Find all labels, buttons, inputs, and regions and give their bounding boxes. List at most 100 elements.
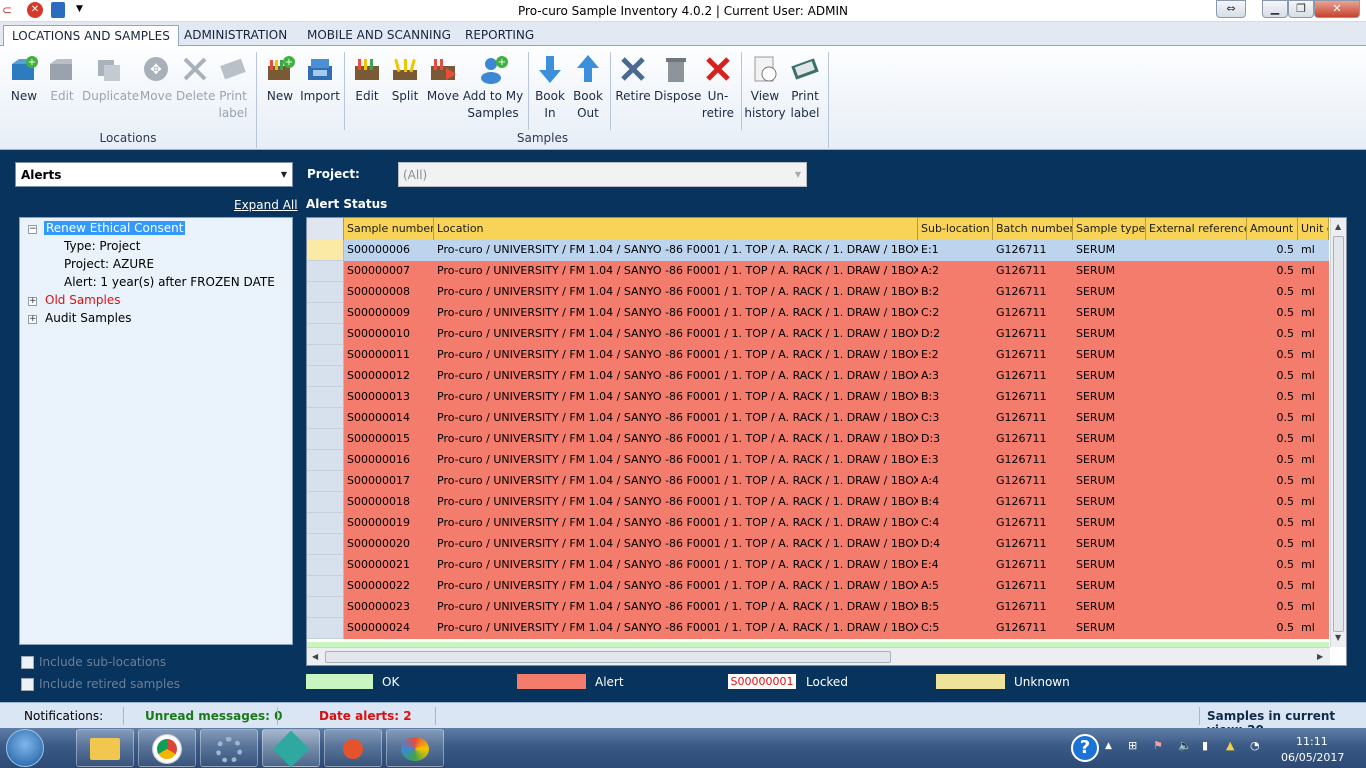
row-selector[interactable] [307, 261, 344, 282]
close-button[interactable]: ✕ [1314, 0, 1360, 18]
row-selector[interactable] [307, 576, 344, 597]
row-selector[interactable] [307, 471, 344, 492]
table-row[interactable]: S00000009 Pro-curo / UNIVERSITY / FM 1.04… [307, 303, 1329, 324]
table-row[interactable]: S00000015 Pro-curo / UNIVERSITY / FM 1.04… [307, 429, 1329, 450]
tree-item-type[interactable]: Type: Project [64, 239, 140, 253]
taskbar-procuro-icon[interactable] [262, 729, 320, 768]
select-all-corner[interactable] [307, 218, 344, 240]
row-selector[interactable] [307, 303, 344, 324]
column-header-unit[interactable]: Unit of [1298, 218, 1329, 240]
minimize-button[interactable]: ▁ [1262, 0, 1288, 18]
tree-item-renew-ethical-consent[interactable]: Renew Ethical Consent [44, 221, 186, 235]
date-alerts[interactable]: Date alerts: 2 [319, 709, 412, 723]
row-selector[interactable] [307, 366, 344, 387]
table-row[interactable]: S00000013 Pro-curo / UNIVERSITY / FM 1.04… [307, 387, 1329, 408]
taskbar-app-icon[interactable] [324, 729, 382, 767]
collapse-toggle-icon[interactable]: − [28, 225, 37, 234]
maximize-button[interactable]: ❐ [1288, 0, 1314, 18]
scroll-right-icon[interactable]: ▶ [1317, 652, 1323, 661]
row-selector[interactable] [307, 450, 344, 471]
table-row[interactable]: S00000024 Pro-curo / UNIVERSITY / FM 1.04… [307, 618, 1329, 639]
sample-import-button[interactable]: Import [300, 54, 340, 105]
signal-tray-icon[interactable]: ▮ [1202, 739, 1208, 752]
sample-print-label-button[interactable]: Print label [788, 54, 822, 122]
view-history-button[interactable]: View history [744, 54, 786, 122]
table-row[interactable]: S00000007 Pro-curo / UNIVERSITY / FM 1.04… [307, 261, 1329, 282]
tree-item-old-samples[interactable]: Old Samples [45, 293, 120, 307]
column-header-location[interactable]: Location [434, 218, 918, 240]
row-selector[interactable] [307, 387, 344, 408]
location-delete-button[interactable]: Delete [176, 54, 215, 105]
horizontal-scroll-thumb[interactable] [325, 651, 891, 663]
scroll-up-icon[interactable]: ▲ [1335, 222, 1341, 231]
clock-time[interactable]: 11:11 [1296, 735, 1328, 748]
book-out-button[interactable]: Book Out [571, 54, 605, 122]
taskbar-chrome-icon[interactable] [138, 729, 196, 767]
taskbar-explorer-icon[interactable] [76, 729, 134, 767]
row-selector[interactable] [307, 282, 344, 303]
table-row[interactable]: S00000010 Pro-curo / UNIVERSITY / FM 1.04… [307, 324, 1329, 345]
table-row[interactable]: S00000012 Pro-curo / UNIVERSITY / FM 1.04… [307, 366, 1329, 387]
row-selector[interactable] [307, 534, 344, 555]
tree-item-alert-rule[interactable]: Alert: 1 year(s) after FROZEN DATE [64, 275, 275, 289]
tree-item-audit-samples[interactable]: Audit Samples [45, 311, 132, 325]
scroll-left-icon[interactable]: ◀ [312, 652, 318, 661]
table-row[interactable]: S00000022 Pro-curo / UNIVERSITY / FM 1.04… [307, 576, 1329, 597]
include-sub-locations-checkbox[interactable] [21, 656, 34, 669]
table-row[interactable]: S00000016 Pro-curo / UNIVERSITY / FM 1.04… [307, 450, 1329, 471]
location-move-button[interactable]: ✥ Move [139, 54, 173, 105]
row-selector[interactable] [307, 513, 344, 534]
scroll-down-icon[interactable]: ▼ [1335, 633, 1341, 642]
tab-administration[interactable]: ADMINISTRATION [176, 25, 295, 46]
table-row[interactable]: S00000018 Pro-curo / UNIVERSITY / FM 1.04… [307, 492, 1329, 513]
start-button[interactable] [6, 729, 44, 767]
expand-all-link[interactable]: Expand All [234, 198, 298, 212]
help-icon[interactable]: ? [1071, 734, 1099, 762]
unretire-button[interactable]: Un- retire [700, 54, 736, 122]
tab-mobile-and-scanning[interactable]: MOBILE AND SCANNING [299, 25, 459, 46]
tree-item-project[interactable]: Project: AZURE [64, 257, 154, 271]
flag-tray-icon[interactable]: ⚑ [1153, 739, 1163, 752]
column-header-amount[interactable]: Amount [1247, 218, 1298, 240]
row-selector[interactable] [307, 240, 344, 261]
table-row[interactable]: S00000008 Pro-curo / UNIVERSITY / FM 1.04… [307, 282, 1329, 303]
row-selector[interactable] [307, 408, 344, 429]
table-row[interactable]: S00000014 Pro-curo / UNIVERSITY / FM 1.04… [307, 408, 1329, 429]
column-header-sub-location[interactable]: Sub-location [918, 218, 993, 240]
sample-edit-button[interactable]: Edit [350, 54, 384, 105]
table-row[interactable]: S00000011 Pro-curo / UNIVERSITY / FM 1.04… [307, 345, 1329, 366]
alerts-dropdown[interactable]: Alerts ▼ [15, 162, 293, 187]
sample-split-button[interactable]: Split [388, 54, 422, 105]
column-header-sample-type[interactable]: Sample type [1073, 218, 1146, 240]
row-selector[interactable] [307, 429, 344, 450]
location-edit-button[interactable]: Edit [46, 54, 78, 105]
drive-tray-icon[interactable]: ▲ [1226, 739, 1234, 752]
restore-layout-button[interactable]: ⇔ [1216, 0, 1246, 18]
row-selector[interactable] [307, 555, 344, 576]
vertical-scrollbar[interactable]: ▲ ▼ [1330, 218, 1346, 647]
clock-date[interactable]: 06/05/2017 [1281, 751, 1344, 764]
expand-toggle-icon[interactable]: + [28, 297, 37, 306]
row-selector[interactable] [307, 597, 344, 618]
column-header-external-reference[interactable]: External reference [1146, 218, 1247, 240]
location-new-button[interactable]: + New [6, 54, 42, 105]
sample-move-button[interactable]: Move [426, 54, 460, 105]
column-header-sample-number[interactable]: Sample number [344, 218, 434, 240]
row-selector[interactable] [307, 345, 344, 366]
expand-toggle-icon[interactable]: + [28, 315, 37, 324]
table-row[interactable]: S00000017 Pro-curo / UNIVERSITY / FM 1.04… [307, 471, 1329, 492]
taskbar-settings-icon[interactable] [200, 729, 258, 767]
vertical-scroll-thumb[interactable] [1333, 236, 1344, 632]
book-in-button[interactable]: Book In [533, 54, 567, 122]
tab-locations-and-samples[interactable]: LOCATIONS AND SAMPLES [3, 25, 179, 47]
retire-button[interactable]: Retire [614, 54, 652, 105]
tab-reporting[interactable]: REPORTING [457, 25, 542, 46]
location-print-label-button[interactable]: Print label [216, 54, 250, 122]
sample-new-button[interactable]: + New [262, 54, 298, 105]
table-row[interactable]: S00000020 Pro-curo / UNIVERSITY / FM 1.04… [307, 534, 1329, 555]
include-retired-samples-checkbox[interactable] [21, 678, 34, 691]
row-selector[interactable] [307, 324, 344, 345]
table-row[interactable]: S00000006 Pro-curo / UNIVERSITY / FM 1.04… [307, 240, 1329, 261]
dispose-button[interactable]: Dispose [654, 54, 701, 105]
taskbar-paint-icon[interactable] [386, 729, 444, 767]
